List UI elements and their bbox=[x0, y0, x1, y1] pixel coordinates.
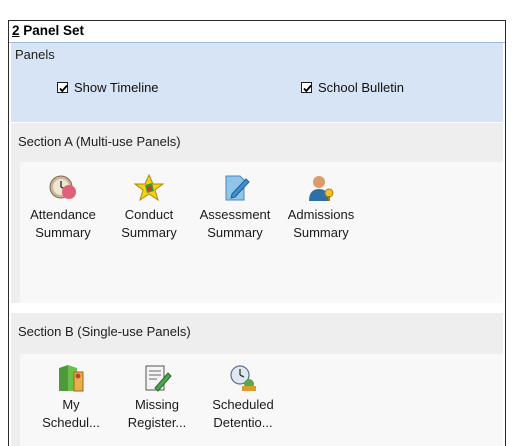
tile-label-line2: Detentio... bbox=[213, 415, 273, 430]
tile-label-line1: Scheduled bbox=[212, 397, 274, 412]
admissions-person-icon bbox=[309, 176, 334, 201]
tile-admissions-summary[interactable]: Admissions Summary bbox=[278, 174, 364, 242]
section-b-title: Section B (Single-use Panels) bbox=[18, 324, 191, 339]
schedule-book-icon bbox=[59, 365, 84, 392]
section-a-tiles: Attendance Summary Conduct Summary Asses… bbox=[20, 162, 503, 303]
tile-my-schedule[interactable]: My Schedul... bbox=[28, 364, 114, 432]
checkbox-checked-icon[interactable] bbox=[57, 82, 68, 93]
school-bulletin-label[interactable]: School Bulletin bbox=[318, 80, 404, 95]
tile-missing-register[interactable]: Missing Register... bbox=[114, 364, 200, 432]
tile-conduct-summary[interactable]: Conduct Summary bbox=[106, 174, 192, 242]
page-title: 2 Panel Set bbox=[12, 23, 84, 38]
school-bulletin-checkbox[interactable]: School Bulletin bbox=[301, 80, 404, 95]
show-timeline-checkbox[interactable]: Show Timeline bbox=[57, 80, 159, 95]
conduct-star-icon bbox=[134, 174, 164, 202]
tile-label-line2: Summary bbox=[121, 225, 177, 240]
title-accelerator: 2 bbox=[12, 23, 20, 38]
detention-clock-icon bbox=[230, 365, 256, 391]
tile-assessment-summary[interactable]: Assessment Summary bbox=[192, 174, 278, 242]
tile-label-line1: Assessment bbox=[199, 207, 271, 222]
show-timeline-label[interactable]: Show Timeline bbox=[74, 80, 159, 95]
tile-label-line2: Schedul... bbox=[42, 415, 100, 430]
register-pencil-icon bbox=[145, 365, 172, 392]
tile-attendance-summary[interactable]: Attendance Summary bbox=[20, 174, 106, 242]
assessment-pencil-icon bbox=[225, 175, 250, 201]
tile-scheduled-detention[interactable]: Scheduled Detentio... bbox=[200, 364, 286, 432]
tile-label-line1: Missing bbox=[134, 397, 180, 412]
tile-label-line1: Conduct bbox=[124, 207, 174, 222]
title-text: Panel Set bbox=[19, 23, 85, 38]
panel-set-window: 2 Panel Set Panels Show Timeline School … bbox=[8, 20, 506, 446]
tile-label-line1: Admissions bbox=[287, 207, 355, 222]
attendance-clock-icon bbox=[49, 175, 76, 199]
section-a: Section A (Multi-use Panels) Attendance … bbox=[11, 123, 503, 303]
panels-group: Panels Show Timeline School Bulletin bbox=[11, 43, 503, 122]
tile-label-line2: Summary bbox=[35, 225, 91, 240]
tile-label-line1: My bbox=[62, 397, 80, 412]
checkbox-checked-icon[interactable] bbox=[301, 82, 312, 93]
section-divider bbox=[11, 303, 503, 313]
section-a-title: Section A (Multi-use Panels) bbox=[18, 134, 181, 149]
panels-label: Panels bbox=[15, 47, 55, 62]
tile-label-line2: Summary bbox=[293, 225, 349, 240]
tile-label-line2: Register... bbox=[127, 415, 187, 430]
section-b-tiles: My Schedul... Missing Register... Schedu… bbox=[20, 354, 503, 446]
tile-label-line2: Summary bbox=[207, 225, 263, 240]
tile-label-line1: Attendance bbox=[30, 207, 96, 222]
section-b: Section B (Single-use Panels) My Schedul… bbox=[11, 313, 503, 446]
